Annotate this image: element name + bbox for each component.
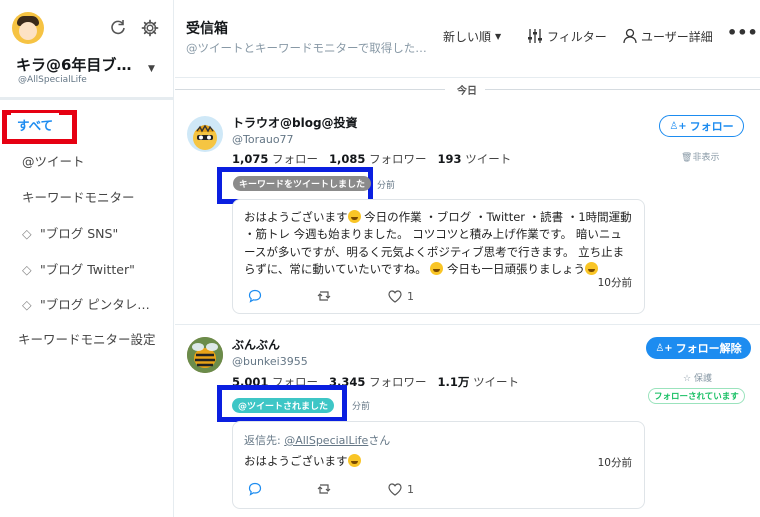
tweet-card: トラウオ@blog@投資 @Torauo77 1,075 フォロー 1,085 … [175, 100, 760, 324]
badge-time: 分前 [377, 181, 396, 191]
inbox-header: 受信箱 @ツイートとキーワードモニターで取得した… 新しい順 ▼ フィルター ユ… [175, 0, 760, 78]
user-name[interactable]: トラウオ@blog@投資 [232, 114, 358, 131]
gear-icon[interactable] [140, 18, 160, 38]
reply-icon [248, 482, 262, 496]
user-icon [623, 28, 637, 44]
refresh-icon[interactable] [108, 18, 128, 38]
reply-button[interactable] [248, 482, 262, 496]
retweet-button[interactable] [317, 289, 333, 303]
tweet-body[interactable]: 返信先: @AllSpecialLifeさん おはようございます 10分前 1 [232, 421, 645, 509]
nav-item-mentions[interactable]: @ツイート [0, 148, 174, 176]
smile-emoji-icon [430, 261, 444, 275]
tweet-card: ぶんぶん @bunkei3955 5,001 フォロー 3,345 フォロワー … [175, 325, 760, 517]
account-handle: @AllSpecialLife [18, 75, 87, 85]
tweet-text: おはようございます 今日の作業 ・ブログ ・Twitter ・読書 ・1時間運動… [244, 210, 632, 276]
retweet-icon [317, 484, 331, 494]
tweet-actions: 1 [248, 482, 469, 496]
nav-item-keyword-settings[interactable]: キーワードモニター設定 [0, 326, 174, 354]
tweet-text: おはようございます [244, 453, 361, 470]
inbox-panel: 受信箱 @ツイートとキーワードモニターで取得した… 新しい順 ▼ フィルター ユ… [175, 0, 760, 517]
keyword-tweet-badge: キーワードをツイートしました [233, 176, 372, 191]
filter-sliders-icon [528, 29, 542, 43]
sort-dropdown[interactable]: 新しい順 ▼ [443, 27, 501, 45]
tag-icon: ◇ [22, 297, 32, 312]
grinning-emoji-icon [347, 454, 361, 467]
trash-icon: 🗑 [681, 153, 693, 163]
tweet-timestamp: 10分前 [597, 277, 632, 289]
tweet-timestamp: 10分前 [597, 457, 632, 469]
protect-link[interactable]: ☆ 保護 [683, 371, 712, 384]
retweet-button[interactable] [317, 482, 333, 496]
reply-to-link[interactable]: @AllSpecialLife [284, 434, 368, 447]
mention-badge: @ツイートされました [232, 398, 335, 413]
more-options-icon[interactable]: ••• [727, 23, 758, 42]
account-name[interactable]: キラ@6年目ブ… [16, 54, 138, 75]
badge-time: 分前 [352, 402, 371, 412]
follow-button[interactable]: ♙+ フォロー [659, 115, 744, 137]
chevron-down-icon[interactable]: ▼ [148, 64, 155, 74]
filter-button[interactable]: フィルター [527, 27, 607, 45]
unfollow-button[interactable]: ♙+ フォロー解除 [646, 337, 751, 359]
nav-item-all[interactable]: すべて [11, 113, 60, 136]
user-handle: @bunkei3955 [232, 355, 308, 368]
like-button[interactable]: 1 [388, 483, 414, 496]
heart-icon [388, 482, 402, 496]
tag-icon: ◇ [22, 262, 32, 277]
day-divider: 今日 [175, 80, 760, 98]
my-avatar[interactable] [12, 12, 44, 44]
grinning-emoji-icon [347, 210, 361, 223]
user-handle: @Torauo77 [232, 133, 294, 146]
like-button[interactable]: 1 [388, 290, 414, 303]
caret-down-icon: ▼ [495, 31, 502, 41]
page-subtitle: @ツイートとキーワードモニターで取得した… [186, 41, 427, 55]
add-user-icon: ♙+ [655, 342, 673, 354]
nav-item-keyword-blog-sns[interactable]: ◇ "ブログ SNS" [0, 220, 174, 248]
user-avatar[interactable] [187, 337, 223, 373]
retweet-icon [317, 291, 331, 301]
user-avatar[interactable] [187, 116, 223, 152]
user-stats: 1,075 フォロー 1,085 フォロワー 193 ツイート [232, 152, 512, 166]
reply-icon [248, 289, 262, 303]
hide-link[interactable]: 🗑非表示 [681, 150, 719, 163]
user-name[interactable]: ぶんぶん [232, 336, 280, 353]
reply-to-line: 返信先: @AllSpecialLifeさん [244, 434, 391, 447]
nav-item-keyword-monitor[interactable]: キーワードモニター [0, 184, 174, 212]
follows-you-badge: フォローされています [648, 388, 745, 404]
sidebar: キラ@6年目ブ… @AllSpecialLife ▼ すべて @ツイート キーワ… [0, 0, 174, 517]
user-detail-button[interactable]: ユーザー詳細 [623, 27, 713, 45]
nav-item-keyword-blog-twitter[interactable]: ◇ "ブログ Twitter" [0, 256, 174, 284]
tweet-body[interactable]: おはようございます 今日の作業 ・ブログ ・Twitter ・読書 ・1時間運動… [232, 199, 645, 314]
heart-icon [388, 289, 402, 303]
smile-emoji-icon [585, 261, 599, 275]
reply-button[interactable] [248, 289, 262, 303]
page-title: 受信箱 [186, 21, 228, 37]
tweet-actions: 1 [248, 289, 469, 303]
add-user-icon: ♙+ [669, 120, 687, 132]
star-icon: ☆ [683, 374, 692, 384]
tag-icon: ◇ [22, 226, 32, 241]
account-header: キラ@6年目ブ… @AllSpecialLife ▼ [0, 0, 174, 100]
nav-item-keyword-blog-pinterest[interactable]: ◇ "ブログ ピンタレ… [0, 291, 174, 319]
